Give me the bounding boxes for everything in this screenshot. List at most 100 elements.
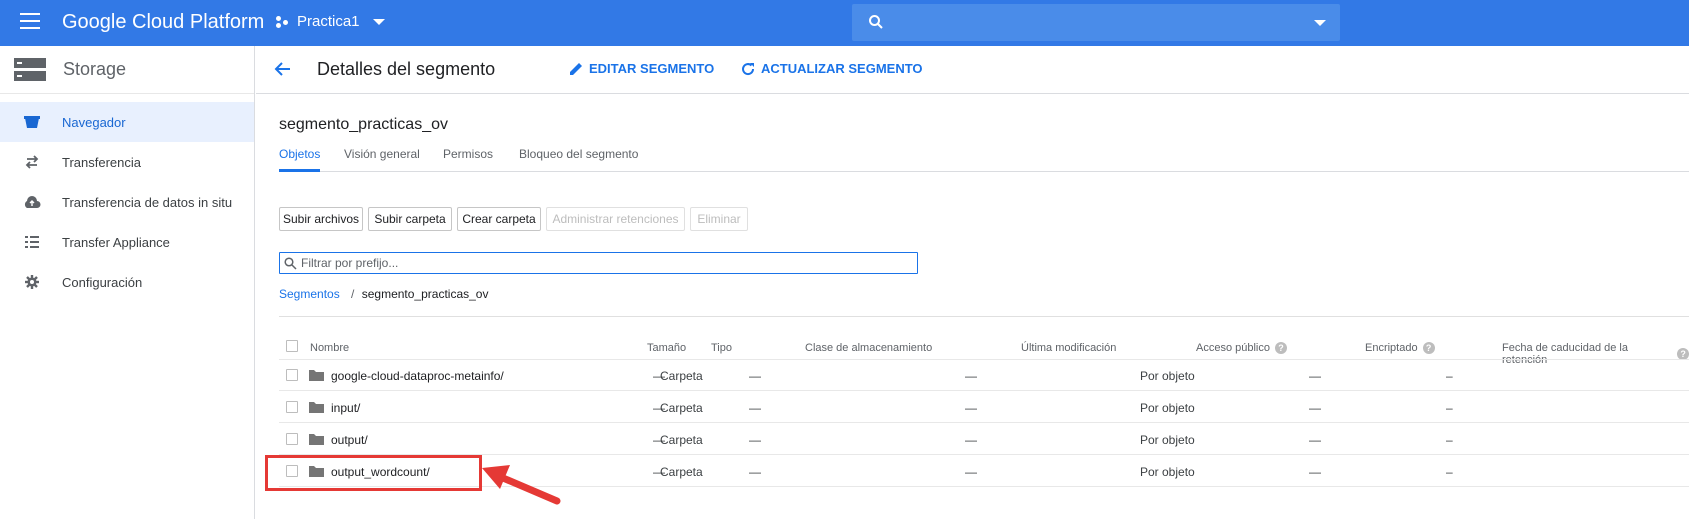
cloud-upload-icon (22, 195, 42, 209)
cell-modified: — (965, 465, 977, 479)
folder-name-link[interactable]: input/ (331, 401, 360, 415)
chevron-down-icon (372, 18, 385, 25)
storage-icon (14, 57, 46, 81)
manage-holds-button[interactable]: Administrar retenciones (546, 207, 685, 231)
cell-retention: – (1446, 433, 1453, 447)
column-header-name[interactable]: Nombre (310, 342, 349, 354)
search-icon (869, 15, 883, 29)
back-arrow-icon[interactable] (274, 60, 292, 78)
table-top-divider (279, 316, 1689, 317)
top-app-bar: Google Cloud Platform Practica1 (0, 0, 1689, 46)
help-icon[interactable]: ? (1422, 342, 1435, 354)
sidebar-item-label: Transfer Appliance (62, 234, 170, 250)
column-header-public-label: Acceso público (1196, 342, 1270, 354)
column-header-modified[interactable]: Última modificación (1021, 342, 1116, 354)
upload-files-button[interactable]: Subir archivos (279, 207, 363, 231)
column-header-storage-class-label: Clase de almacenamiento (805, 342, 933, 354)
row-checkbox[interactable] (286, 401, 298, 413)
folder-icon (309, 370, 324, 381)
folder-name-link[interactable]: google-cloud-dataproc-metainfo/ (331, 369, 504, 383)
prefix-filter-input[interactable]: Filtrar por prefijo... (279, 252, 918, 274)
cell-type: Carpeta (660, 465, 703, 479)
search-bar[interactable] (852, 4, 1340, 41)
brand-title[interactable]: Google Cloud Platform (62, 11, 264, 34)
page-header: Detalles del segmento EDITAR SEGMENTO AC… (256, 46, 1689, 94)
cell-public: Por objeto (1140, 401, 1195, 415)
project-name: Practica1 (297, 13, 360, 30)
cell-public: Por objeto (1140, 369, 1195, 383)
gear-icon (22, 275, 42, 289)
tab-vision-general[interactable]: Visión general (344, 147, 420, 161)
column-header-type-label: Tipo (711, 342, 732, 354)
list-icon (22, 236, 42, 248)
column-header-storage-class[interactable]: Clase de almacenamiento (805, 342, 932, 354)
cell-retention: – (1446, 401, 1453, 415)
sidebar-item-transferencia[interactable]: Transferencia (0, 142, 254, 182)
refresh-bucket-label: ACTUALIZAR SEGMENTO (761, 61, 923, 76)
tab-permisos[interactable]: Permisos (443, 147, 493, 161)
folder-icon (309, 434, 324, 445)
tab-objetos[interactable]: Objetos (279, 147, 320, 161)
row-checkbox[interactable] (286, 433, 298, 445)
active-tab-indicator (279, 169, 320, 172)
cell-storage-class: — (749, 465, 761, 479)
column-header-modified-label: Última modificación (1021, 342, 1117, 354)
sidebar-item-label: Navegador (62, 114, 126, 130)
refresh-bucket-button[interactable]: ACTUALIZAR SEGMENTO (741, 61, 923, 76)
cell-retention: – (1446, 369, 1453, 383)
row-checkbox[interactable] (286, 369, 298, 381)
edit-bucket-button[interactable]: EDITAR SEGMENTO (569, 61, 714, 76)
project-selector[interactable]: Practica1 (276, 13, 385, 30)
table-row[interactable]: output/— Carpeta — — Por objeto — – (256, 423, 1689, 455)
cell-modified: — (965, 401, 977, 415)
table-row[interactable]: input/— Carpeta — — Por objeto — – (256, 391, 1689, 423)
sidebar-item-transferencia-in-situ[interactable]: Transferencia de datos in situ (0, 182, 254, 222)
cell-encryption: — (1309, 369, 1321, 383)
refresh-icon (742, 62, 755, 75)
cell-type: Carpeta (660, 369, 703, 383)
column-header-public[interactable]: Acceso público? (1196, 342, 1287, 354)
select-all-checkbox[interactable] (286, 340, 298, 352)
edit-bucket-label: EDITAR SEGMENTO (589, 61, 715, 76)
sidebar-item-label: Transferencia (62, 154, 141, 170)
filter-placeholder: Filtrar por prefijo... (301, 256, 399, 270)
folder-name-link[interactable]: output/ (331, 433, 368, 447)
cell-type: Carpeta (660, 433, 703, 447)
sidebar-item-navegador[interactable]: Navegador (0, 102, 254, 142)
table-row[interactable]: google-cloud-dataproc-metainfo/ — Carpeta —… (256, 359, 1689, 391)
cell-public: Por objeto (1140, 433, 1195, 447)
delete-button[interactable]: Eliminar (690, 207, 748, 231)
sidebar-item-configuracion[interactable]: Configuración (0, 262, 254, 302)
create-folder-button[interactable]: Crear carpeta (457, 207, 541, 231)
main-content: Detalles del segmento EDITAR SEGMENTO AC… (256, 46, 1689, 519)
sidebar-item-transfer-appliance[interactable]: Transfer Appliance (0, 222, 254, 262)
cell-modified: — (965, 369, 977, 383)
highlight-box (265, 455, 482, 491)
folder-icon (309, 402, 324, 413)
breadcrumb-root-link[interactable]: Segmentos (279, 287, 340, 301)
column-header-encryption-label: Encriptado (1365, 342, 1418, 354)
help-icon[interactable]: ? (1275, 342, 1287, 354)
cell-type: Carpeta (660, 401, 703, 415)
tab-bar: Objetos Visión general Permisos Bloqueo … (279, 147, 1689, 172)
column-header-size-label: Tamaño (647, 342, 687, 354)
bucket-icon (22, 115, 42, 129)
sidebar-item-label: Configuración (62, 274, 143, 290)
cell-storage-class: — (749, 433, 761, 447)
project-dots-icon (276, 15, 290, 29)
column-header-name-label: Nombre (310, 342, 350, 354)
tab-bloqueo[interactable]: Bloqueo del segmento (519, 147, 638, 161)
sidebar-header: Storage (0, 46, 254, 94)
upload-folder-button[interactable]: Subir carpeta (368, 207, 452, 231)
menu-icon[interactable] (20, 13, 40, 29)
search-icon (284, 256, 297, 270)
cell-storage-class: — (749, 369, 761, 383)
sidebar-title: Storage (63, 59, 127, 79)
search-dropdown-icon[interactable] (1314, 20, 1326, 26)
annotation-arrow-icon (482, 465, 561, 505)
cell-retention: – (1446, 465, 1453, 479)
breadcrumb: Segmentos / segmento_practicas_ov (279, 287, 488, 301)
column-header-size[interactable]: Tamaño (647, 342, 686, 354)
column-header-encryption[interactable]: Encriptado? (1365, 342, 1435, 354)
column-header-type[interactable]: Tipo (711, 342, 732, 354)
